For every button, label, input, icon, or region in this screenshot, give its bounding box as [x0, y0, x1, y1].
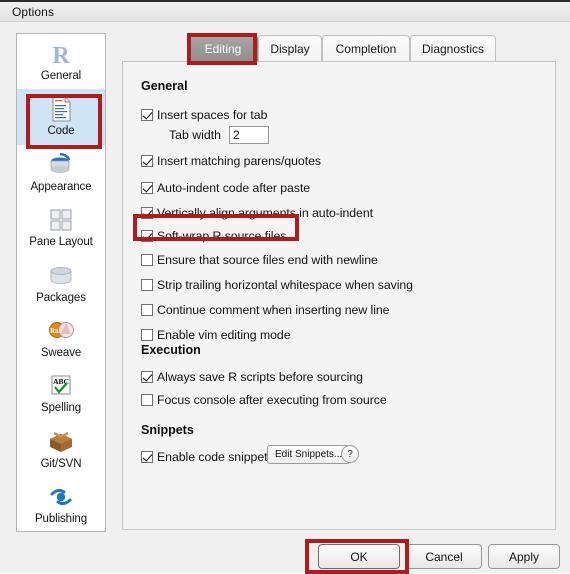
- tab-label: Editing: [204, 42, 242, 56]
- checkbox-continue-comment-new-line[interactable]: Continue comment when inserting new line: [141, 302, 390, 318]
- checkbox-always-save-r-scripts[interactable]: Always save R scripts before sourcing: [141, 369, 363, 385]
- tab-label: Diagnostics: [421, 42, 485, 56]
- abc-check-icon: ABC: [46, 371, 76, 401]
- ok-button[interactable]: OK: [318, 544, 400, 569]
- checkbox-label: Vertically align arguments in auto-inden…: [157, 206, 374, 220]
- checkbox-auto-indent-code-after-paste[interactable]: Auto-indent code after paste: [141, 180, 310, 196]
- checkbox-box[interactable]: [141, 207, 153, 219]
- checkbox-box[interactable]: [141, 155, 153, 167]
- checkbox-box[interactable]: [141, 182, 153, 194]
- edit-snippets-button[interactable]: Edit Snippets...: [267, 445, 351, 464]
- tab-label: Completion: [335, 42, 397, 56]
- checkbox-box[interactable]: [141, 230, 153, 242]
- checkbox-box[interactable]: [141, 109, 153, 121]
- sidebar-item-label: Sweave: [40, 346, 82, 359]
- checkbox-insert-spaces-for-tab[interactable]: Insert spaces for tab: [141, 107, 267, 123]
- tab-completion[interactable]: Completion: [322, 35, 410, 62]
- checkbox-soft-wrap-r-source-files[interactable]: Soft-wrap R source files: [141, 228, 286, 244]
- checkbox-label: Always save R scripts before sourcing: [157, 370, 363, 384]
- group-heading-execution: Execution: [141, 343, 201, 357]
- sidebar-item-label: Pane Layout: [29, 236, 93, 249]
- sidebar-item-general[interactable]: R General: [17, 34, 105, 90]
- category-sidebar[interactable]: R General Code Appearance Pane Layout Package…: [16, 33, 106, 532]
- checkbox-label: Auto-indent code after paste: [157, 181, 311, 195]
- rnw-pdf-icon: Rnw: [46, 316, 76, 346]
- checkbox-label: Continue comment when inserting new line: [157, 303, 390, 317]
- tab-editing[interactable]: Editing: [188, 35, 258, 62]
- checkbox-enable-vim-editing-mode[interactable]: Enable vim editing mode: [141, 327, 291, 343]
- checkbox-ensure-source-files-end-with-newline[interactable]: Ensure that source files end with newlin…: [141, 252, 378, 268]
- sidebar-item-code[interactable]: Code: [17, 89, 105, 145]
- checkbox-enable-code-snippets[interactable]: Enable code snippets: [141, 449, 274, 465]
- checkbox-box[interactable]: [141, 371, 153, 383]
- sidebar-item-publishing[interactable]: Publishing: [17, 477, 105, 531]
- grid-icon: [46, 205, 76, 235]
- package-icon: [46, 261, 76, 291]
- sidebar-item-sweave[interactable]: Rnw Sweave: [17, 310, 105, 367]
- svg-text:R: R: [52, 43, 70, 69]
- r-logo-icon: R: [46, 39, 76, 69]
- checkbox-box[interactable]: [141, 329, 153, 341]
- title-bar: Options: [0, 2, 570, 22]
- apply-button[interactable]: Apply: [488, 544, 560, 569]
- help-icon[interactable]: ?: [341, 445, 359, 463]
- sidebar-item-appearance[interactable]: Appearance: [17, 144, 105, 201]
- checkbox-label: Insert matching parens/quotes: [157, 154, 321, 168]
- checkbox-label: Insert spaces for tab: [157, 108, 268, 122]
- checkbox-label: Soft-wrap R source files: [157, 229, 287, 243]
- checkbox-vertically-align-arguments[interactable]: Vertically align arguments in auto-inden…: [141, 205, 373, 221]
- sidebar-item-label: General: [40, 70, 82, 82]
- sidebar-item-label: Packages: [36, 291, 86, 304]
- window-title: Options: [12, 5, 55, 19]
- group-heading-general: General: [141, 79, 188, 93]
- sidebar-item-label: Git/SVN: [40, 457, 82, 470]
- tab-strip[interactable]: Editing Display Completion Diagnostics: [122, 35, 556, 62]
- options-dialog-window: Options R General Code Appearance Pane Layou…: [0, 0, 570, 574]
- tab-width-input[interactable]: [228, 126, 269, 144]
- sidebar-item-spelling[interactable]: ABC Spelling: [17, 366, 105, 422]
- checkbox-label: Focus console after executing from sourc…: [157, 393, 387, 407]
- sidebar-item-git-svn[interactable]: Git/SVN: [17, 421, 105, 478]
- checkbox-box[interactable]: [141, 451, 153, 463]
- publish-icon: [46, 482, 76, 512]
- checkbox-label: Ensure that source files end with newlin…: [157, 253, 378, 267]
- checkbox-strip-trailing-whitespace[interactable]: Strip trailing horizontal whitespace whe…: [141, 277, 413, 293]
- checkbox-box[interactable]: [141, 254, 153, 266]
- document-icon: [46, 94, 76, 124]
- checkbox-box[interactable]: [141, 279, 153, 291]
- sidebar-item-label: Code: [47, 125, 75, 138]
- box-icon: [46, 427, 76, 457]
- checkbox-box[interactable]: [141, 304, 153, 316]
- sidebar-item-label: Spelling: [40, 402, 82, 415]
- cancel-button[interactable]: Cancel: [406, 544, 482, 569]
- tab-diagnostics[interactable]: Diagnostics: [410, 35, 496, 62]
- sidebar-item-pane-layout[interactable]: Pane Layout: [17, 200, 105, 256]
- checkbox-label: Strip trailing horizontal whitespace whe…: [157, 278, 413, 292]
- sidebar-item-packages[interactable]: Packages: [17, 255, 105, 311]
- tab-display[interactable]: Display: [258, 35, 322, 62]
- checkbox-box[interactable]: [141, 394, 153, 406]
- paint-can-icon: [46, 150, 76, 180]
- sidebar-item-label: Publishing: [34, 513, 88, 526]
- tab-width-label: Tab width: [169, 128, 221, 142]
- checkbox-label: Enable code snippets: [157, 450, 274, 464]
- tab-width-row[interactable]: Tab width: [169, 126, 269, 144]
- group-heading-snippets: Snippets: [141, 423, 194, 437]
- checkbox-insert-matching-parens-quotes[interactable]: Insert matching parens/quotes: [141, 153, 321, 169]
- checkbox-label: Enable vim editing mode: [157, 328, 291, 342]
- checkbox-focus-console-after-executing[interactable]: Focus console after executing from sourc…: [141, 392, 387, 408]
- tab-label: Display: [270, 42, 310, 56]
- sidebar-item-label: Appearance: [30, 180, 92, 193]
